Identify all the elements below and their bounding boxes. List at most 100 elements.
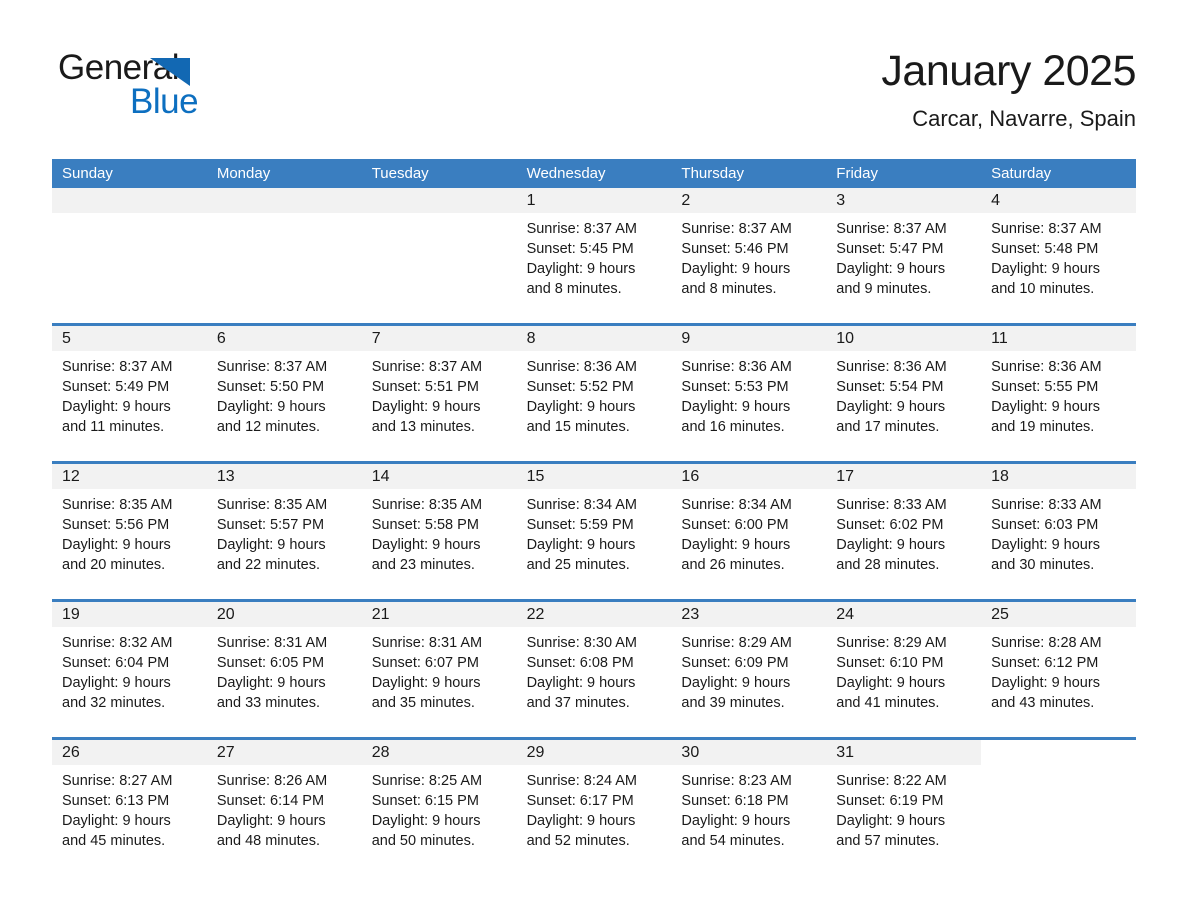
daylight-text: and 33 minutes.	[216, 695, 321, 711]
page-subtitle-location: Carcar, Navarre, Spain	[912, 106, 1136, 131]
daylight-text: Daylight: 9 hours	[681, 813, 791, 829]
day-cell[interactable]: 26 Sunrise: 8:27 AM Sunset: 6:13 PM Dayligh…	[52, 740, 207, 866]
day-cell[interactable]: 28 Sunrise: 8:25 AM Sunset: 6:15 PM Dayligh…	[361, 740, 517, 866]
day-cell[interactable]: 12 Sunrise: 8:35 AM Sunset: 5:56 PM Dayligh…	[52, 464, 207, 590]
daylight-text: Daylight: 9 hours	[371, 675, 481, 691]
day-cell[interactable]: 13 Sunrise: 8:35 AM Sunset: 5:57 PM Dayligh…	[206, 464, 362, 590]
day-details: Sunrise: 8:36 AM Sunset: 5:54 PM Daylight:…	[826, 351, 981, 437]
sunrise-text: Sunrise: 8:33 AM	[836, 497, 947, 513]
day-cell[interactable]: 27 Sunrise: 8:26 AM Sunset: 6:14 PM Dayligh…	[206, 740, 362, 866]
sunrise-text: Sunrise: 8:25 AM	[371, 773, 483, 789]
daylight-text: Daylight: 9 hours	[681, 399, 791, 415]
day-cell[interactable]: 18 Sunrise: 8:33 AM Sunset: 6:03 PM Dayligh…	[981, 464, 1136, 590]
day-cell[interactable]: 21 Sunrise: 8:31 AM Sunset: 6:07 PM Dayligh…	[361, 602, 517, 728]
day-cell[interactable]: 3 Sunrise: 8:37 AM Sunset: 5:47 PM Daylight…	[826, 188, 982, 314]
daylight-text: and 8 minutes.	[526, 281, 622, 297]
day-details: Sunrise: 8:31 AM Sunset: 6:05 PM Daylight:…	[207, 627, 362, 713]
day-cell[interactable]: 5 Sunrise: 8:37 AM Sunset: 5:49 PM Daylight…	[52, 326, 207, 452]
day-cell[interactable]: 30 Sunrise: 8:23 AM Sunset: 6:18 PM Dayligh…	[671, 740, 827, 866]
day-cell[interactable]: 15 Sunrise: 8:34 AM Sunset: 5:59 PM Dayligh…	[516, 464, 672, 590]
daylight-text: and 19 minutes.	[991, 419, 1095, 435]
day-cell[interactable]: 20 Sunrise: 8:31 AM Sunset: 6:05 PM Dayligh…	[206, 602, 362, 728]
day-details	[207, 213, 362, 219]
day-cell[interactable]: 19 Sunrise: 8:32 AM Sunset: 6:04 PM Dayligh…	[52, 602, 207, 728]
day-cell[interactable]: 31 Sunrise: 8:22 AM Sunset: 6:19 PM Dayligh…	[826, 740, 982, 866]
day-cell[interactable]: 23 Sunrise: 8:29 AM Sunset: 6:09 PM Dayligh…	[671, 602, 827, 728]
day-details: Sunrise: 8:34 AM Sunset: 6:00 PM Daylight:…	[671, 489, 826, 575]
day-number: 1	[526, 191, 536, 209]
day-cell[interactable]: 7 Sunrise: 8:37 AM Sunset: 5:51 PM Daylight…	[361, 326, 517, 452]
day-number-band: 5	[52, 326, 207, 351]
day-number: 14	[371, 467, 390, 485]
day-cell[interactable]: 17 Sunrise: 8:33 AM Sunset: 6:02 PM Dayligh…	[826, 464, 982, 590]
day-cell[interactable]: 8 Sunrise: 8:36 AM Sunset: 5:52 PM Daylight…	[516, 326, 672, 452]
day-cell[interactable]: 29 Sunrise: 8:24 AM Sunset: 6:17 PM Dayligh…	[516, 740, 672, 866]
day-cell[interactable]: 4 Sunrise: 8:37 AM Sunset: 5:48 PM Daylight…	[981, 188, 1136, 314]
day-cell[interactable]: 10 Sunrise: 8:36 AM Sunset: 5:54 PM Dayligh…	[826, 326, 982, 452]
daylight-text: and 35 minutes.	[371, 695, 475, 711]
calendar-week-row: 19 Sunrise: 8:32 AM Sunset: 6:04 PM Dayligh…	[52, 599, 1136, 728]
daylight-text: Daylight: 9 hours	[371, 537, 481, 553]
day-cell[interactable]: 22 Sunrise: 8:30 AM Sunset: 6:08 PM Dayligh…	[516, 602, 672, 728]
day-details	[52, 213, 207, 219]
day-number: 8	[526, 329, 536, 347]
day-number: 26	[62, 743, 80, 761]
day-number-band: 26	[52, 740, 207, 765]
day-number-band: 11	[981, 326, 1136, 351]
sunset-text: Sunset: 5:47 PM	[836, 241, 944, 257]
sunset-text: Sunset: 5:58 PM	[371, 517, 479, 533]
sunset-text: Sunset: 5:49 PM	[62, 379, 170, 395]
day-cell[interactable]: 16 Sunrise: 8:34 AM Sunset: 6:00 PM Dayligh…	[671, 464, 827, 590]
day-details: Sunrise: 8:32 AM Sunset: 6:04 PM Daylight:…	[52, 627, 207, 713]
day-details: Sunrise: 8:36 AM Sunset: 5:55 PM Daylight:…	[981, 351, 1136, 437]
day-cell[interactable]: 11 Sunrise: 8:36 AM Sunset: 5:55 PM Dayligh…	[981, 326, 1136, 452]
day-number: 30	[681, 743, 700, 761]
daylight-text: and 52 minutes.	[526, 833, 630, 849]
day-number-band: 1	[516, 188, 672, 213]
day-cell-empty	[52, 188, 207, 314]
day-cell[interactable]: 1 Sunrise: 8:37 AM Sunset: 5:45 PM Daylight…	[516, 188, 672, 314]
day-details: Sunrise: 8:35 AM Sunset: 5:58 PM Daylight:…	[362, 489, 517, 575]
day-cell[interactable]: 2 Sunrise: 8:37 AM Sunset: 5:46 PM Daylight…	[671, 188, 827, 314]
day-number: 4	[991, 191, 1001, 209]
sunrise-text: Sunrise: 8:34 AM	[526, 497, 637, 513]
day-cell[interactable]: 6 Sunrise: 8:37 AM Sunset: 5:50 PM Daylight…	[206, 326, 362, 452]
day-number-band: 23	[671, 602, 827, 627]
day-number: 17	[836, 467, 855, 485]
daylight-text: and 15 minutes.	[526, 419, 630, 435]
day-details: Sunrise: 8:29 AM Sunset: 6:09 PM Daylight:…	[671, 627, 826, 713]
day-number: 9	[681, 329, 691, 347]
day-number: 27	[216, 743, 235, 761]
day-cell[interactable]: 14 Sunrise: 8:35 AM Sunset: 5:58 PM Dayligh…	[361, 464, 517, 590]
day-details: Sunrise: 8:37 AM Sunset: 5:50 PM Daylight:…	[207, 351, 362, 437]
daylight-text: Daylight: 9 hours	[526, 261, 636, 277]
day-number-band: 7	[361, 326, 517, 351]
sunset-text: Sunset: 6:19 PM	[836, 793, 944, 809]
sunrise-text: Sunrise: 8:30 AM	[526, 635, 637, 651]
day-cell[interactable]: 24 Sunrise: 8:29 AM Sunset: 6:10 PM Dayligh…	[826, 602, 982, 728]
daylight-text: and 12 minutes.	[216, 419, 321, 435]
day-details: Sunrise: 8:29 AM Sunset: 6:10 PM Daylight:…	[826, 627, 981, 713]
day-cell[interactable]: 25 Sunrise: 8:28 AM Sunset: 6:12 PM Dayligh…	[981, 602, 1136, 728]
daylight-text: and 39 minutes.	[681, 695, 785, 711]
daylight-text: and 16 minutes.	[681, 419, 785, 435]
daylight-text: Daylight: 9 hours	[681, 675, 791, 691]
day-number: 11	[991, 329, 1008, 347]
daylight-text: and 30 minutes.	[991, 557, 1095, 573]
day-number-band: 25	[981, 602, 1136, 627]
day-number: 19	[62, 605, 80, 623]
day-number: 10	[836, 329, 855, 347]
day-number: 13	[216, 467, 235, 485]
sunrise-text: Sunrise: 8:37 AM	[681, 221, 792, 237]
daylight-text: Daylight: 9 hours	[836, 399, 946, 415]
day-cell[interactable]: 9 Sunrise: 8:36 AM Sunset: 5:53 PM Daylight…	[671, 326, 827, 452]
day-number-band: 21	[361, 602, 517, 627]
calendar-week-row: 1 Sunrise: 8:37 AM Sunset: 5:45 PM Daylight…	[52, 188, 1136, 314]
daylight-text: Daylight: 9 hours	[836, 261, 946, 277]
day-number-band: 17	[826, 464, 982, 489]
weekday-header-thursday: Thursday	[681, 165, 744, 182]
sunrise-text: Sunrise: 8:37 AM	[991, 221, 1102, 237]
daylight-text: Daylight: 9 hours	[836, 813, 946, 829]
day-details: Sunrise: 8:27 AM Sunset: 6:13 PM Daylight:…	[52, 765, 207, 851]
day-details: Sunrise: 8:24 AM Sunset: 6:17 PM Daylight:…	[517, 765, 672, 851]
